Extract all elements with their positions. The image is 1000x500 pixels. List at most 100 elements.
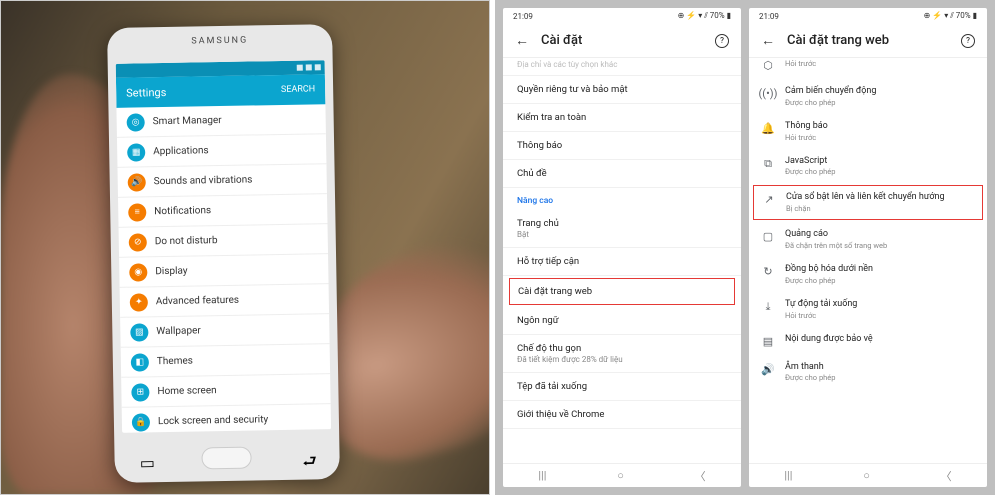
app-bar: ← Cài đặt ? xyxy=(503,24,741,58)
settings-item-label: Sounds and vibrations xyxy=(154,174,253,187)
site-setting-row[interactable]: ↻Đồng bộ hóa dưới nềnĐược cho phép xyxy=(749,257,987,292)
setting-label: Cảm biến chuyển động xyxy=(785,86,975,97)
site-setting-row[interactable]: ⧉ JavaScriptĐược cho phép xyxy=(749,149,987,184)
setting-label: Âm thanh xyxy=(785,362,975,373)
settings-item[interactable]: 🔒Lock screen and security xyxy=(122,404,331,433)
status-bar: 21:09 ⊕ ⚡ ▾ ⫽ 70% ▮ xyxy=(749,8,987,24)
screenshots-panel: 21:09 ⊕ ⚡ ▾ ⫽ 70% ▮ ← Cài đặt ? Địa chỉ … xyxy=(495,0,995,495)
settings-row[interactable]: Trang chủBật xyxy=(503,210,741,248)
site-setting-row[interactable]: ((•)) Cảm biến chuyển độngĐược cho phép xyxy=(749,79,987,114)
settings-item[interactable]: 🔊 Sounds and vibrations xyxy=(117,164,326,198)
search-button[interactable]: SEARCH xyxy=(281,84,315,95)
samsung-phone: SAMSUNG Settings SEARCH ◎Smart Manager▦A… xyxy=(107,24,340,483)
settings-item-icon: ⊘ xyxy=(129,233,147,251)
chrome-site-settings-screen: 21:09 ⊕ ⚡ ▾ ⫽ 70% ▮ ← Cài đặt trang web … xyxy=(749,8,987,487)
recent-button[interactable]: ▭ xyxy=(140,453,152,465)
settings-item[interactable]: ◧ Themes xyxy=(121,344,330,378)
setting-status: Hỏi trước xyxy=(785,311,975,320)
setting-label: Đồng bộ hóa dưới nền xyxy=(785,264,975,275)
setting-icon: ((•)) xyxy=(761,86,775,100)
settings-list: ◎Smart Manager▦Applications 🔊 Sounds and v… xyxy=(116,104,331,433)
site-setting-row[interactable]: ⬡Hỏi trước xyxy=(749,58,987,79)
back-button[interactable]: ⮐ xyxy=(302,450,314,462)
home-icon[interactable]: ○ xyxy=(617,469,624,482)
settings-item[interactable]: ✦ Advanced features xyxy=(120,284,329,318)
help-icon[interactable]: ? xyxy=(715,34,729,48)
settings-item-label: Advanced features xyxy=(156,295,239,307)
settings-item[interactable]: ▨Wallpaper xyxy=(120,314,329,348)
settings-item[interactable]: ⊘ Do not disturb xyxy=(119,224,328,258)
setting-icon: ▤ xyxy=(761,334,775,348)
settings-item-icon: ✦ xyxy=(130,293,148,311)
settings-row[interactable]: Hỗ trợ tiếp cận xyxy=(503,248,741,276)
setting-status: Hỏi trước xyxy=(785,133,975,142)
site-setting-row[interactable]: ⤓ Tự động tải xuốngHỏi trước xyxy=(749,292,987,327)
settings-row[interactable]: Thông báo xyxy=(503,132,741,160)
home-icon[interactable]: ○ xyxy=(863,469,870,482)
setting-status: Được cho phép xyxy=(785,98,975,107)
settings-item-icon: ◧ xyxy=(131,353,149,371)
site-setting-row[interactable]: 🔔Thông báoHỏi trước xyxy=(749,114,987,149)
settings-item[interactable]: ◎Smart Manager xyxy=(116,104,325,138)
popups-redirects-row[interactable]: ↗Cửa sổ bật lên và liên kết chuyển hướng… xyxy=(753,185,983,220)
page-title: Cài đặt trang web xyxy=(787,33,949,48)
system-nav: ||| ○ 〈 xyxy=(749,463,987,487)
home-button[interactable] xyxy=(202,447,252,470)
settings-item-label: Themes xyxy=(157,356,193,368)
setting-label: Nội dung được bảo vệ xyxy=(785,334,975,345)
settings-row[interactable]: Chế độ thu gọnĐã tiết kiệm được 28% dữ l… xyxy=(503,335,741,373)
recent-icon[interactable]: ||| xyxy=(784,469,792,482)
back-icon[interactable]: 〈 xyxy=(941,468,952,484)
app-bar: ← Cài đặt trang web ? xyxy=(749,24,987,58)
settings-row[interactable]: Chủ đề xyxy=(503,160,741,188)
section-header: Nâng cao xyxy=(503,188,741,210)
settings-row[interactable]: Kiểm tra an toàn xyxy=(503,104,741,132)
settings-item[interactable]: ◉Display xyxy=(119,254,328,288)
settings-item-icon: ◉ xyxy=(129,263,147,281)
settings-row[interactable]: Giới thiệu về Chrome xyxy=(503,401,741,429)
settings-item-label: Do not disturb xyxy=(155,235,218,247)
setting-icon: ⤓ xyxy=(761,299,775,314)
site-settings-row[interactable]: Cài đặt trang web xyxy=(509,278,735,305)
help-icon[interactable]: ? xyxy=(961,34,975,48)
settings-item-icon: 🔒 xyxy=(132,413,150,431)
setting-status: Được cho phép xyxy=(785,373,975,382)
back-icon[interactable]: 〈 xyxy=(695,468,706,484)
settings-row[interactable]: Ngôn ngữ xyxy=(503,307,741,335)
settings-item[interactable]: ⊞ Home screen xyxy=(121,374,330,408)
setting-icon: 🔊 xyxy=(761,362,775,376)
setting-status: Được cho phép xyxy=(785,276,975,285)
setting-label: Tự động tải xuống xyxy=(785,299,975,310)
phone-brand: SAMSUNG xyxy=(107,34,332,48)
settings-header: Settings SEARCH xyxy=(116,74,325,108)
site-setting-row[interactable]: 🔊 Âm thanhĐược cho phép xyxy=(749,355,987,390)
settings-item-icon: ⊞ xyxy=(131,383,149,401)
settings-item[interactable]: ≡Notifications xyxy=(118,194,327,228)
site-setting-row[interactable]: ▢Quảng cáoĐã chặn trên một số trang web xyxy=(749,222,987,257)
settings-item-label: Home screen xyxy=(157,385,216,397)
setting-icon: ↗ xyxy=(762,192,776,206)
setting-label: JavaScript xyxy=(785,156,975,167)
settings-row[interactable]: Tệp đã tải xuống xyxy=(503,373,741,401)
settings-row[interactable]: Quyền riêng tư và bảo mật xyxy=(503,76,741,104)
settings-row-subtitle: Bật xyxy=(517,230,727,239)
system-nav: ||| ○ 〈 xyxy=(503,463,741,487)
settings-item-label: Smart Manager xyxy=(153,115,222,127)
status-bar: 21:09 ⊕ ⚡ ▾ ⫽ 70% ▮ xyxy=(503,8,741,24)
setting-icon: ▢ xyxy=(761,229,775,243)
setting-status: Đã chặn trên một số trang web xyxy=(785,241,975,250)
recent-icon[interactable]: ||| xyxy=(538,469,546,482)
settings-row[interactable]: Địa chỉ và các tùy chọn khác xyxy=(503,58,741,76)
hardware-buttons: ▭ ⮐ xyxy=(114,445,339,471)
site-setting-row[interactable]: ▤ Nội dung được bảo vệ xyxy=(749,327,987,355)
settings-item-icon: ≡ xyxy=(128,203,146,221)
photo-panel: SAMSUNG Settings SEARCH ◎Smart Manager▦A… xyxy=(0,0,490,495)
back-icon[interactable]: ← xyxy=(761,32,775,49)
setting-icon: ⧉ xyxy=(761,156,775,171)
setting-status: Bị chặn xyxy=(786,204,974,213)
back-icon[interactable]: ← xyxy=(515,32,529,49)
settings-item-icon: 🔊 xyxy=(128,173,146,191)
settings-title: Settings xyxy=(126,85,166,99)
settings-item[interactable]: ▦Applications xyxy=(117,134,326,168)
setting-status: Được cho phép xyxy=(785,167,975,176)
